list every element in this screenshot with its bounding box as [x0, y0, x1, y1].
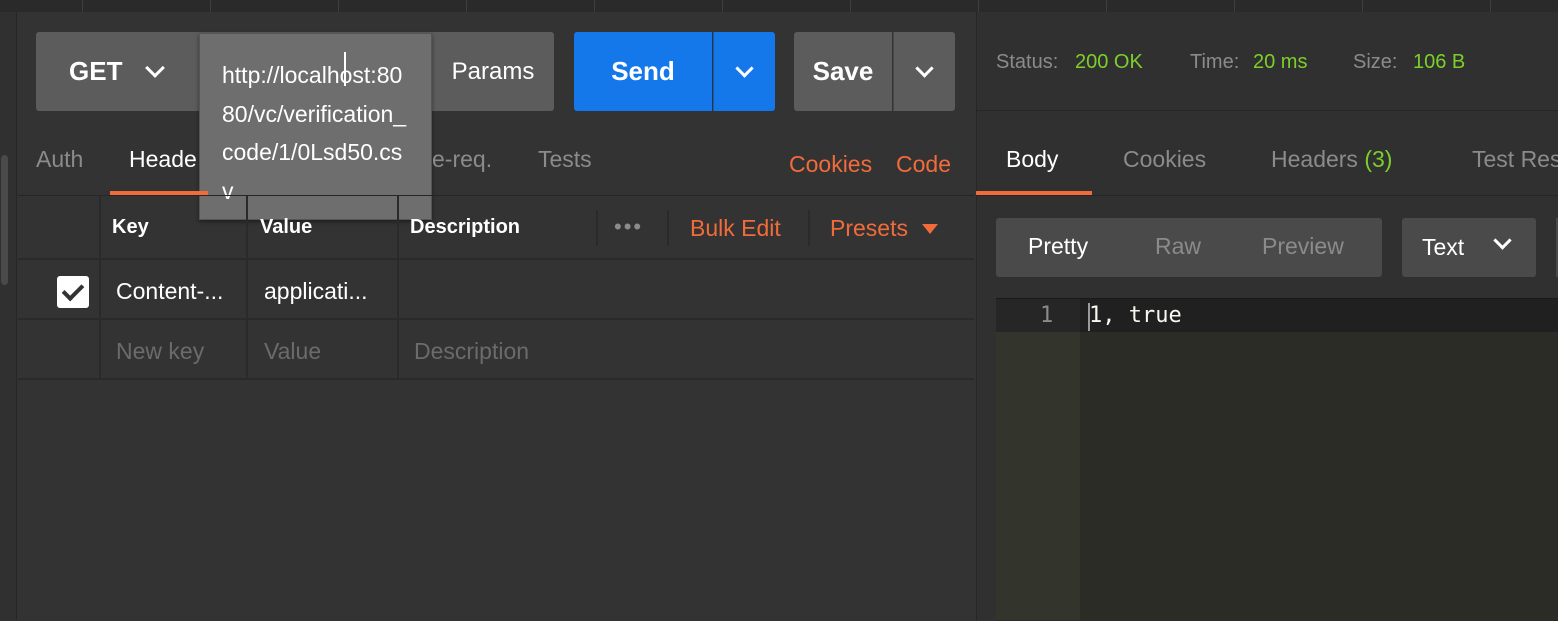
table-divider — [18, 318, 974, 320]
format-label: Text — [1422, 234, 1465, 260]
tab-divider — [82, 0, 83, 12]
send-button[interactable]: Send — [574, 32, 712, 111]
response-body-editor[interactable] — [996, 298, 1558, 621]
chevron-down-icon — [145, 57, 166, 78]
divider — [977, 110, 1558, 111]
time-value: 20 ms — [1253, 51, 1308, 73]
more-dots-icon[interactable]: ••• — [614, 214, 643, 240]
column-divider — [246, 196, 248, 380]
cookies-link[interactable]: Cookies — [789, 151, 872, 178]
method-label: GET — [69, 56, 123, 86]
status-label: Status: — [996, 51, 1059, 73]
response-tab-cookies[interactable]: Cookies — [1123, 146, 1206, 173]
header-key-cell[interactable]: Content-... — [116, 278, 223, 305]
response-tab-body[interactable]: Body — [1006, 146, 1058, 173]
params-button[interactable]: Params — [432, 32, 554, 111]
divider — [977, 195, 1558, 196]
checkmark-icon — [61, 278, 85, 302]
new-value-input[interactable]: Value — [264, 338, 321, 365]
editor-gutter — [996, 299, 1080, 620]
column-header-key: Key — [112, 216, 149, 238]
response-body-text[interactable]: 1, true — [1089, 303, 1182, 328]
view-preview-button[interactable]: Preview — [1262, 233, 1344, 260]
view-pretty-button[interactable]: Pretty — [1028, 233, 1088, 260]
tab-divider — [850, 0, 851, 12]
tab-divider — [722, 0, 723, 12]
size-label: Size: — [1353, 51, 1398, 73]
save-button[interactable]: Save — [794, 32, 892, 111]
gutter-active-line — [996, 299, 1080, 332]
column-divider — [99, 196, 101, 380]
table-divider — [18, 258, 974, 260]
tab-divider — [1106, 0, 1107, 12]
size-value: 106 B — [1413, 51, 1466, 73]
chevron-down-icon — [735, 59, 754, 78]
tab-divider — [1234, 0, 1235, 12]
tab-divider — [210, 0, 211, 12]
tab-auth[interactable]: Auth — [36, 146, 83, 173]
presets-dropdown[interactable]: Presets — [830, 215, 908, 242]
method-select[interactable]: GET — [36, 32, 200, 111]
send-options-button[interactable] — [713, 32, 775, 111]
caret-down-icon — [922, 224, 938, 234]
chevron-down-icon — [1493, 231, 1512, 250]
table-divider — [18, 378, 974, 380]
tab-divider — [978, 0, 979, 12]
tab-divider — [1490, 0, 1491, 12]
column-divider — [808, 210, 810, 246]
status-value: 200 OK — [1075, 51, 1143, 73]
header-value-cell[interactable]: applicati... — [264, 278, 368, 305]
format-select[interactable]: Text — [1402, 218, 1536, 277]
tab-divider — [466, 0, 467, 12]
chevron-down-icon — [915, 59, 934, 78]
sidebar-scrollbar[interactable] — [1, 155, 8, 285]
time-label: Time: — [1190, 51, 1240, 73]
column-divider — [667, 210, 669, 246]
header-enabled-checkbox[interactable] — [57, 276, 89, 308]
tab-headers[interactable]: Heade — [129, 146, 197, 173]
response-tab-headers-label: Headers — [1271, 146, 1358, 172]
divider — [18, 195, 974, 196]
column-header-value: Value — [260, 216, 313, 238]
tab-pre-request-script[interactable]: e-req. — [432, 146, 492, 173]
new-description-input[interactable]: Description — [414, 338, 529, 365]
headers-count-badge: (3) — [1364, 146, 1393, 172]
tab-divider — [338, 0, 339, 12]
column-header-description: Description — [410, 216, 521, 238]
left-sidebar-edge — [0, 12, 17, 620]
response-tab-headers[interactable]: Headers (3) — [1271, 146, 1392, 173]
line-number: 1 — [1040, 303, 1054, 328]
text-cursor — [344, 52, 346, 86]
tab-tests[interactable]: Tests — [538, 146, 592, 173]
new-key-input[interactable]: New key — [116, 338, 204, 365]
bulk-edit-link[interactable]: Bulk Edit — [690, 215, 781, 242]
tab-divider — [594, 0, 595, 12]
view-raw-button[interactable]: Raw — [1155, 233, 1201, 260]
top-tab-strip — [0, 0, 1558, 12]
url-text[interactable]: http://localhost:8080/vc/verification_co… — [222, 56, 412, 210]
column-divider — [596, 210, 598, 246]
code-link[interactable]: Code — [896, 151, 951, 178]
column-divider — [397, 196, 399, 380]
tab-divider — [1362, 0, 1363, 12]
url-expanded-editor[interactable]: http://localhost:8080/vc/verification_co… — [199, 33, 432, 220]
response-tab-test-results[interactable]: Test Res — [1472, 146, 1558, 173]
save-options-button[interactable] — [893, 32, 955, 111]
